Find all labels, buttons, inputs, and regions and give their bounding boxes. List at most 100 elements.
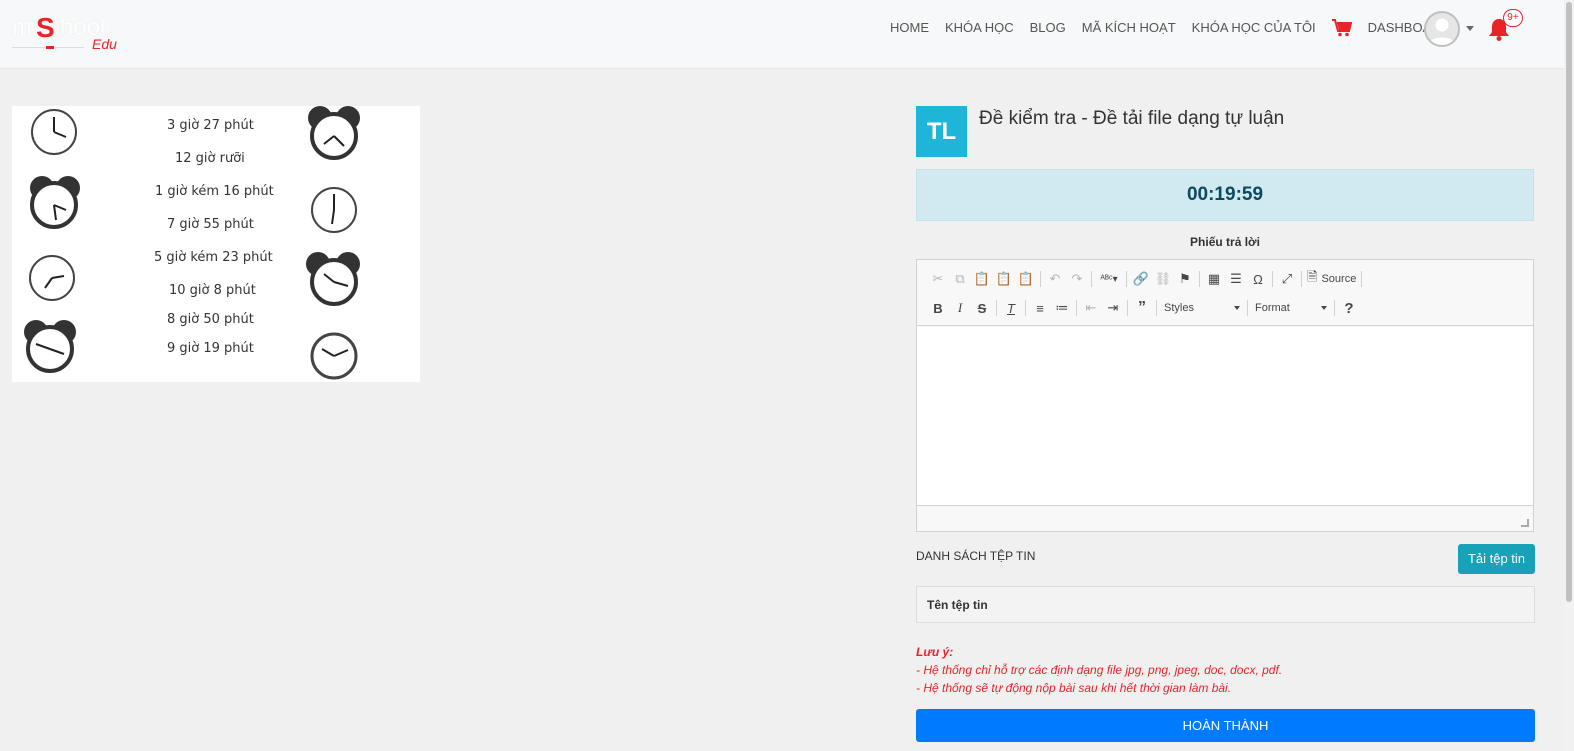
maximize-icon[interactable]: ⤢ xyxy=(1276,268,1298,290)
countdown-timer: 00:19:59 xyxy=(916,169,1534,221)
rich-text-editor: ✂ ⧉ 📋 📋 📋 ↶ ↷ ᴬᴮᶜ▾ 🔗 ⛓ ⚑ ▦ ☰ Ω ⤢ 🗎 Source xyxy=(916,259,1534,532)
notes-line-formats: - Hệ thống chỉ hỗ trợ các định dạng file… xyxy=(916,663,1283,677)
clock-a-icon xyxy=(31,109,77,155)
bulleted-list-icon[interactable]: ≔ xyxy=(1051,297,1073,319)
toolbar-separator xyxy=(1361,271,1363,287)
toolbar-row-2: B I S T ≡ ≔ ⇤ ⇥ ” Styles Format ? xyxy=(927,297,1360,319)
horizontal-line-icon[interactable]: ☰ xyxy=(1225,268,1247,290)
clock-i-icon xyxy=(310,332,358,380)
user-icon xyxy=(1429,18,1455,45)
toolbar-separator xyxy=(996,300,997,316)
cut-icon[interactable]: ✂ xyxy=(927,268,949,290)
exam-type-badge: TL xyxy=(916,106,967,157)
nav-activation-code[interactable]: MÃ KÍCH HOẠT xyxy=(1082,20,1176,36)
notes-line-autosubmit: - Hệ thống sẽ tự động nộp bài sau khi hế… xyxy=(916,681,1232,695)
file-table: Tên tệp tin xyxy=(916,586,1535,623)
styles-dropdown[interactable]: Styles xyxy=(1160,298,1244,318)
editor-toolbar: ✂ ⧉ 📋 📋 📋 ↶ ↷ ᴬᴮᶜ▾ 🔗 ⛓ ⚑ ▦ ☰ Ω ⤢ 🗎 Source xyxy=(917,260,1533,326)
table-icon[interactable]: ▦ xyxy=(1203,268,1225,290)
toolbar-separator xyxy=(1156,300,1157,316)
time-option-4: 7 giờ 55 phút xyxy=(167,217,254,232)
paste-text-icon[interactable]: 📋 xyxy=(993,268,1015,290)
clock-e-icon xyxy=(308,106,360,160)
styles-label: Styles xyxy=(1164,302,1194,314)
indent-icon[interactable]: ⇥ xyxy=(1102,297,1124,319)
time-option-1: 3 giờ 27 phút xyxy=(167,118,254,133)
chevron-down-icon xyxy=(1321,306,1327,310)
clock-b-icon xyxy=(30,176,80,229)
notification-badge: 9+ xyxy=(1503,9,1523,27)
time-option-7: 8 giờ 50 phút xyxy=(167,312,254,327)
blockquote-icon[interactable]: ” xyxy=(1131,297,1153,319)
chevron-down-icon xyxy=(1234,306,1240,310)
help-icon[interactable]: ? xyxy=(1338,297,1360,319)
source-label: Source xyxy=(1321,273,1357,285)
nav-blog[interactable]: BLOG xyxy=(1030,20,1066,36)
exam-question-image: 3 giờ 27 phút 12 giờ rưỡi 1 giờ kém 16 p… xyxy=(12,106,420,382)
bold-icon[interactable]: B xyxy=(927,297,949,319)
scrollbar-thumb[interactable] xyxy=(1566,2,1572,602)
time-option-6: 10 giờ 8 phút xyxy=(169,283,256,298)
redo-icon[interactable]: ↷ xyxy=(1066,268,1088,290)
chevron-down-icon[interactable] xyxy=(1466,26,1474,31)
logo-edu: Edu xyxy=(92,36,117,52)
logo-s: S xyxy=(36,12,55,43)
file-name-column-header: Tên tệp tin xyxy=(927,598,988,612)
nav-links: HOME KHÓA HỌC BLOG MÃ KÍCH HOẠT KHÓA HỌC… xyxy=(890,19,1466,37)
copy-icon[interactable]: ⧉ xyxy=(949,268,971,290)
time-option-3: 1 giờ kém 16 phút xyxy=(155,184,274,199)
nav-home[interactable]: HOME xyxy=(890,20,929,36)
toolbar-separator xyxy=(1076,300,1077,316)
undo-icon[interactable]: ↶ xyxy=(1044,268,1066,290)
format-dropdown[interactable]: Format xyxy=(1251,298,1331,318)
anchor-flag-icon[interactable]: ⚑ xyxy=(1174,268,1196,290)
paste-icon[interactable]: 📋 xyxy=(971,268,993,290)
nav-courses[interactable]: KHÓA HỌC xyxy=(945,20,1014,36)
notes-block: Lưu ý: - Hệ thống chỉ hỗ trợ các định dạ… xyxy=(916,643,1282,697)
avatar[interactable] xyxy=(1424,11,1460,47)
toolbar-separator xyxy=(1127,300,1128,316)
nav-my-courses[interactable]: KHÓA HỌC CỦA TÔI xyxy=(1192,20,1316,36)
clock-d-icon xyxy=(24,320,76,373)
time-option-5: 5 giờ kém 23 phút xyxy=(154,250,273,265)
logo-dash xyxy=(46,46,54,49)
paste-word-icon[interactable]: 📋 xyxy=(1015,268,1037,290)
page-title: Đề kiểm tra - Đề tải file dạng tự luận xyxy=(979,108,1285,129)
toolbar-separator xyxy=(1334,300,1335,316)
top-navbar: mSchool S Edu HOME KHÓA HỌC BLOG MÃ KÍCH… xyxy=(0,0,1564,69)
toolbar-separator xyxy=(1126,271,1127,287)
special-char-icon[interactable]: Ω xyxy=(1247,268,1269,290)
file-list-label: DANH SÁCH TỆP TIN xyxy=(916,549,1036,563)
site-logo[interactable]: mSchool S Edu xyxy=(12,12,127,56)
notes-title: Lưu ý: xyxy=(916,645,954,659)
link-icon[interactable]: 🔗 xyxy=(1130,268,1152,290)
toolbar-separator xyxy=(1301,271,1302,287)
page-scrollbar[interactable] xyxy=(1564,0,1574,751)
upload-file-button[interactable]: Tải tệp tin xyxy=(1458,544,1535,574)
clock-c-icon xyxy=(29,255,75,301)
toolbar-separator xyxy=(1091,271,1092,287)
strikethrough-icon[interactable]: S xyxy=(971,297,993,319)
cart-icon[interactable] xyxy=(1331,19,1352,37)
format-label: Format xyxy=(1255,302,1290,314)
editor-content-area[interactable] xyxy=(917,327,1533,506)
spellcheck-icon[interactable]: ᴬᴮᶜ▾ xyxy=(1095,268,1123,290)
numbered-list-icon[interactable]: ≡ xyxy=(1029,297,1051,319)
source-icon[interactable]: 🗎 Source xyxy=(1305,268,1358,290)
toolbar-separator xyxy=(1040,271,1041,287)
toolbar-separator xyxy=(1199,271,1200,287)
clock-h-icon xyxy=(306,252,360,306)
resize-handle-icon[interactable] xyxy=(1521,519,1529,527)
clock-g-icon xyxy=(311,187,357,233)
toolbar-row-1: ✂ ⧉ 📋 📋 📋 ↶ ↷ ᴬᴮᶜ▾ 🔗 ⛓ ⚑ ▦ ☰ Ω ⤢ 🗎 Source xyxy=(927,268,1365,290)
toolbar-separator xyxy=(1247,300,1248,316)
remove-format-icon[interactable]: T xyxy=(1000,297,1022,319)
italic-icon[interactable]: I xyxy=(949,297,971,319)
outdent-icon[interactable]: ⇤ xyxy=(1080,297,1102,319)
time-option-8: 9 giờ 19 phút xyxy=(167,341,254,356)
finish-button[interactable]: HOÀN THÀNH xyxy=(916,709,1535,742)
answer-sheet-label: Phiếu trả lời xyxy=(1190,235,1260,249)
toolbar-separator xyxy=(1025,300,1026,316)
toolbar-separator xyxy=(1272,271,1273,287)
unlink-icon[interactable]: ⛓ xyxy=(1152,268,1174,290)
